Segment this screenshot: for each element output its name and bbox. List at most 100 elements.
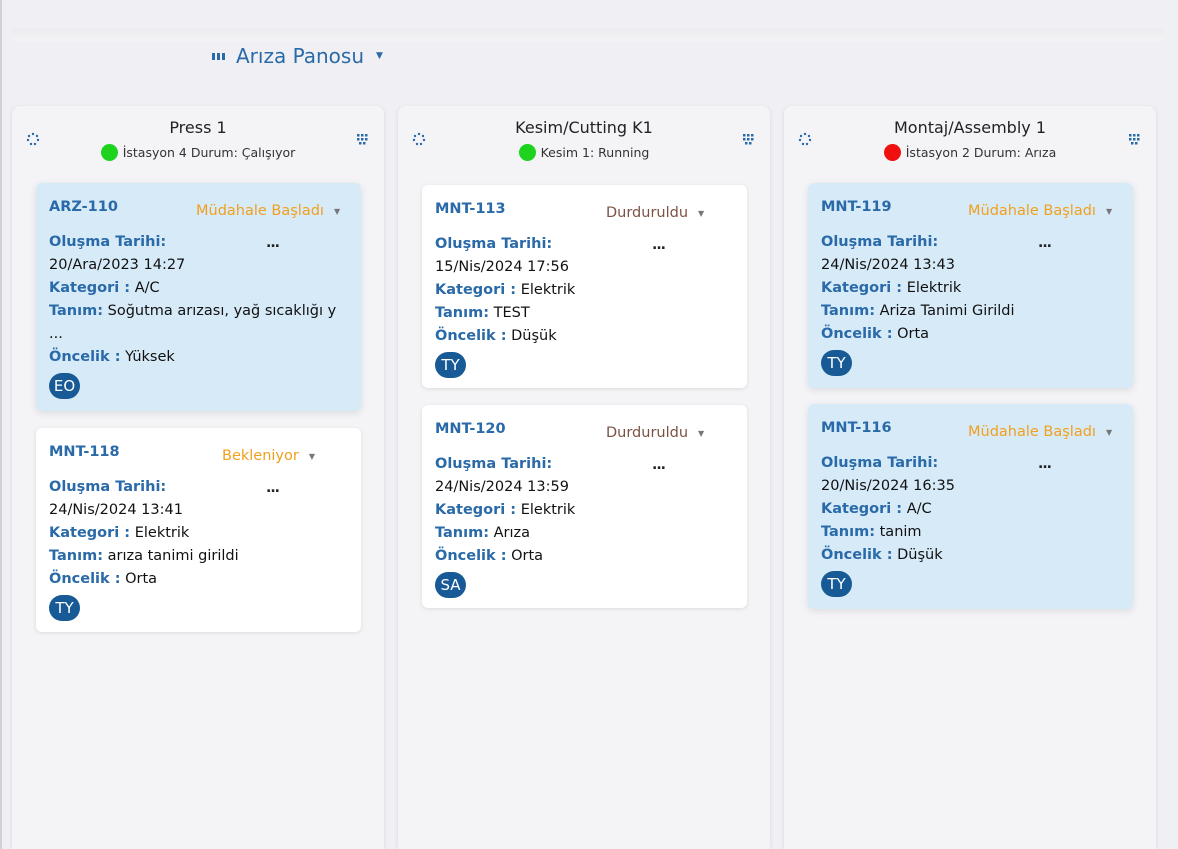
description-value: Soğutma arızası, yağ sıcaklığı y xyxy=(107,303,337,319)
chevron-down-icon: ▼ xyxy=(376,51,383,61)
fault-card[interactable]: MNT-119 Müdahale Başladı ▼ ... Oluşma Tar… xyxy=(808,183,1133,388)
board-columns-icon xyxy=(212,50,226,62)
priority-row: Öncelik : Düşük xyxy=(821,544,1121,567)
card-code[interactable]: MNT-120 xyxy=(435,421,506,437)
card-code[interactable]: MNT-113 xyxy=(435,201,506,217)
card-status-label: Durduruldu xyxy=(606,425,689,441)
card-status-label: Müdahale Başladı xyxy=(196,203,324,219)
assignee-avatar[interactable]: TY xyxy=(821,571,852,597)
card-status-label: Müdahale Başladı xyxy=(968,203,1096,219)
kanban-page: Arıza Panosu ▼ Press 1 İstasyon 4 Durum:… xyxy=(0,0,1178,849)
created-label: Oluşma Tarihi: xyxy=(49,234,167,250)
priority-value: Yüksek xyxy=(125,349,175,365)
assignee-avatar[interactable]: TY xyxy=(435,352,466,378)
card-body: Oluşma Tarihi: 24/Nis/2024 13:59 Kategor… xyxy=(435,453,735,598)
settings-grid-icon[interactable] xyxy=(1128,132,1142,146)
priority-row: Öncelik : Orta xyxy=(49,568,349,591)
category-row: Kategori : Elektrik xyxy=(435,499,735,522)
description-label: Tanım: xyxy=(821,524,876,540)
priority-label: Öncelik : xyxy=(435,548,507,564)
chevron-down-icon: ▼ xyxy=(1105,427,1113,437)
card-status-label: Bekleniyor xyxy=(222,448,299,464)
column-title: Montaj/Assembly 1 xyxy=(893,118,1047,137)
created-value: 20/Nis/2024 16:35 xyxy=(821,478,955,494)
column-header: Kesim/Cutting K1 Kesim 1: Running xyxy=(398,106,770,178)
settings-grid-icon[interactable] xyxy=(356,132,370,146)
description-label: Tanım: xyxy=(435,525,490,541)
column-title: Press 1 xyxy=(169,118,227,137)
description-row: Tanım: Ariza Tanimi Girildi xyxy=(821,300,1121,323)
category-row: Kategori : Elektrik xyxy=(435,279,735,302)
fault-card[interactable]: ARZ-110 Müdahale Başladı ▼ ... Oluşma Tar… xyxy=(36,183,361,411)
created-label: Oluşma Tarihi: xyxy=(49,479,167,495)
card-status-dropdown[interactable]: Müdahale Başladı ▼ xyxy=(968,424,1112,440)
assignee-avatar[interactable]: EO xyxy=(49,373,80,399)
column-title: Kesim/Cutting K1 xyxy=(515,118,653,137)
category-label: Kategori : xyxy=(49,525,131,541)
priority-value: Düşük xyxy=(897,547,943,563)
status-dot-icon xyxy=(883,144,901,161)
category-row: Kategori : A/C xyxy=(49,277,349,300)
description-value: Arıza xyxy=(493,525,531,541)
card-status-dropdown[interactable]: Müdahale Başladı ▼ xyxy=(968,203,1112,219)
status-dot-icon xyxy=(100,144,118,161)
category-row: Kategori : Elektrik xyxy=(49,522,349,545)
chevron-down-icon: ▼ xyxy=(308,451,316,461)
category-row: Kategori : Elektrik xyxy=(821,277,1121,300)
column-header: Press 1 İstasyon 4 Durum: Çalışıyor xyxy=(12,106,384,178)
assignee-avatar[interactable]: TY xyxy=(821,350,852,376)
fault-card[interactable]: MNT-113 Durduruldu ▼ ... Oluşma Tarihi: 1… xyxy=(422,185,747,388)
description-value: arıza tanimi girildi xyxy=(107,548,239,564)
card-status-dropdown[interactable]: Durduruldu ▼ xyxy=(606,205,704,221)
category-value: A/C xyxy=(134,280,160,296)
priority-row: Öncelik : Yüksek xyxy=(49,346,349,369)
card-code[interactable]: ARZ-110 xyxy=(49,199,118,215)
created-label: Oluşma Tarihi: xyxy=(435,456,553,472)
card-code[interactable]: MNT-119 xyxy=(821,199,892,215)
station-status-text: İstasyon 4 Durum: Çalışıyor xyxy=(122,145,296,160)
created-label: Oluşma Tarihi: xyxy=(821,234,939,250)
card-code[interactable]: MNT-118 xyxy=(49,444,120,460)
category-row: Kategori : A/C xyxy=(821,498,1121,521)
chevron-down-icon: ▼ xyxy=(698,208,705,218)
priority-label: Öncelik : xyxy=(49,571,121,587)
window-edge xyxy=(0,0,2,849)
description-row: Tanım: Soğutma arızası, yağ sıcaklığı y xyxy=(49,300,349,323)
category-label: Kategori : xyxy=(435,502,517,518)
priority-label: Öncelik : xyxy=(435,328,507,344)
top-bar xyxy=(10,28,1165,42)
card-status-dropdown[interactable]: Müdahale Başladı ▼ xyxy=(196,203,340,219)
board-selector[interactable]: Arıza Panosu ▼ xyxy=(212,42,383,70)
fault-card[interactable]: MNT-118 Bekleniyor ▼ ... Oluşma Tarihi: 2… xyxy=(36,428,361,632)
priority-value: Düşük xyxy=(511,328,557,344)
assignee-avatar[interactable]: SA xyxy=(435,572,466,598)
priority-row: Öncelik : Orta xyxy=(435,545,735,568)
card-code[interactable]: MNT-116 xyxy=(821,420,892,436)
description-row: Tanım: TEST xyxy=(435,302,735,325)
created-value: 24/Nis/2024 13:41 xyxy=(49,502,183,518)
chevron-down-icon: ▼ xyxy=(333,206,341,216)
card-status-dropdown[interactable]: Durduruldu ▼ xyxy=(606,425,704,441)
station-status: İstasyon 4 Durum: Çalışıyor xyxy=(12,144,384,161)
description-value: Ariza Tanimi Girildi xyxy=(879,303,1015,319)
description-value: tanim xyxy=(879,524,922,540)
fault-card[interactable]: MNT-120 Durduruldu ▼ ... Oluşma Tarihi: 2… xyxy=(422,405,747,608)
card-status-label: Müdahale Başladı xyxy=(968,424,1096,440)
category-label: Kategori : xyxy=(821,280,903,296)
fault-card[interactable]: MNT-116 Müdahale Başladı ▼ ... Oluşma Tar… xyxy=(808,404,1133,609)
description-label: Tanım: xyxy=(49,303,104,319)
created-value: 15/Nis/2024 17:56 xyxy=(435,259,569,275)
chevron-down-icon: ▼ xyxy=(1105,206,1113,216)
column-press-1: Press 1 İstasyon 4 Durum: Çalışıyor ARZ-… xyxy=(12,106,384,849)
station-status: Kesim 1: Running xyxy=(398,144,770,161)
created-label: Oluşma Tarihi: xyxy=(435,236,553,252)
card-status-dropdown[interactable]: Bekleniyor ▼ xyxy=(222,448,315,464)
category-value: Elektrik xyxy=(134,525,190,541)
assignee-avatar[interactable]: TY xyxy=(49,595,80,621)
description-row: Tanım: Arıza xyxy=(435,522,735,545)
description-label: Tanım: xyxy=(435,305,490,321)
priority-row: Öncelik : Orta xyxy=(821,323,1121,346)
column-montaj-assembly-1: Montaj/Assembly 1 İstasyon 2 Durum: Arız… xyxy=(784,106,1156,849)
settings-grid-icon[interactable] xyxy=(742,132,756,146)
priority-label: Öncelik : xyxy=(821,326,893,342)
